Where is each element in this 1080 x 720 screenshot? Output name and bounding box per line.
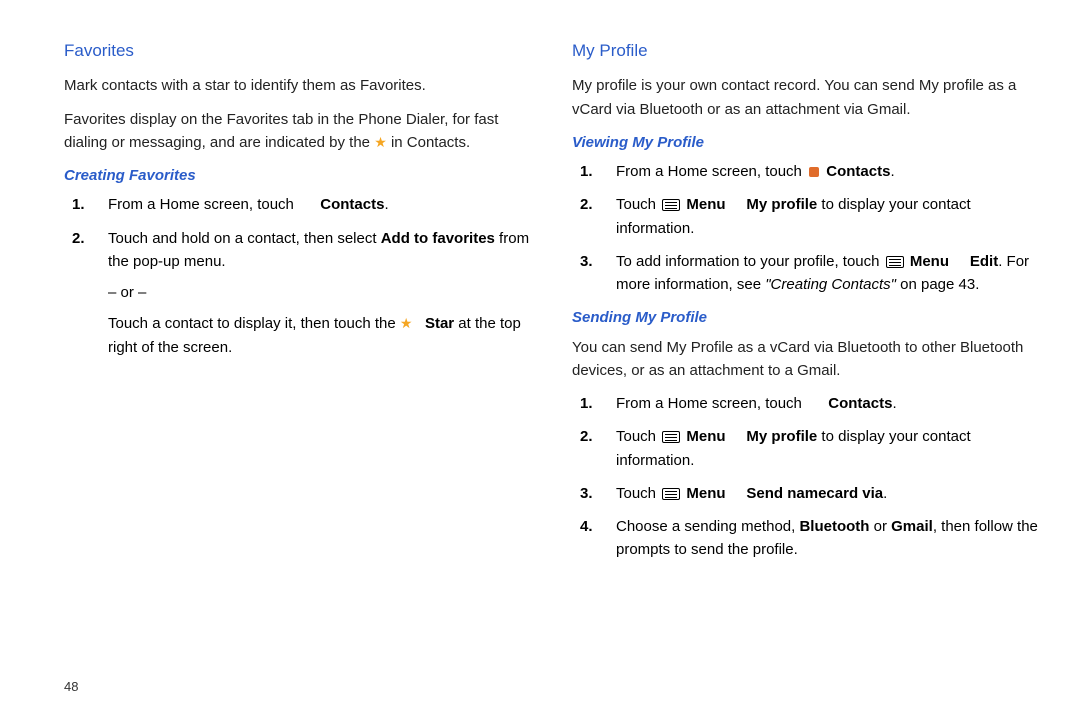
heading-favorites: Favorites bbox=[64, 38, 532, 64]
text: From a Home screen, touch bbox=[616, 395, 806, 412]
text: . bbox=[384, 196, 388, 213]
alt-instruction: Touch a contact to display it, then touc… bbox=[108, 312, 532, 359]
list-item: 3. To add information to your profile, t… bbox=[602, 250, 1040, 297]
heading-my-profile: My Profile bbox=[572, 38, 1040, 64]
favorites-intro-1: Mark contacts with a star to identify th… bbox=[64, 74, 532, 97]
menu-icon bbox=[662, 199, 680, 211]
text-bold: Menu bbox=[686, 428, 725, 445]
text-bold: Send namecard via bbox=[746, 485, 883, 502]
list-item: 1. From a Home screen, touch Contacts. bbox=[94, 193, 532, 216]
text-bold: Contacts bbox=[320, 196, 384, 213]
list-item: 1. From a Home screen, touch Contacts. bbox=[602, 160, 1040, 183]
text: . bbox=[892, 395, 896, 412]
text: . bbox=[890, 163, 894, 180]
text: Touch bbox=[616, 428, 660, 445]
text: Touch bbox=[616, 485, 660, 502]
text: on page 43. bbox=[896, 276, 979, 293]
right-column: My Profile My profile is your own contac… bbox=[572, 38, 1040, 700]
favorites-intro-2: Favorites display on the Favorites tab i… bbox=[64, 108, 532, 155]
step-number: 2. bbox=[580, 425, 593, 448]
text-bold: Gmail bbox=[891, 518, 933, 535]
menu-icon bbox=[886, 256, 904, 268]
text: or bbox=[869, 518, 891, 535]
text-bold: Add to favorites bbox=[381, 230, 495, 247]
step-number: 1. bbox=[580, 392, 593, 415]
list-item: 3. Touch Menu Send namecard via. bbox=[602, 482, 1040, 505]
menu-icon bbox=[662, 488, 680, 500]
step-number: 2. bbox=[72, 227, 85, 250]
step-number: 2. bbox=[580, 193, 593, 216]
text-bold: Contacts bbox=[826, 163, 890, 180]
viewing-profile-steps: 1. From a Home screen, touch Contacts. 2… bbox=[572, 160, 1040, 296]
text-bold: Bluetooth bbox=[799, 518, 869, 535]
list-item: 2. Touch Menu My profile to display your… bbox=[602, 425, 1040, 472]
or-divider: – or – bbox=[108, 281, 532, 304]
heading-creating-favorites: Creating Favorites bbox=[64, 164, 532, 187]
text: in Contacts. bbox=[391, 134, 470, 151]
text-bold: Contacts bbox=[828, 395, 892, 412]
star-icon: ★ bbox=[400, 313, 413, 335]
text-bold: My profile bbox=[746, 196, 817, 213]
text-italic: "Creating Contacts" bbox=[765, 276, 896, 293]
text: Touch bbox=[616, 196, 660, 213]
text-bold: Edit bbox=[970, 253, 998, 270]
step-number: 1. bbox=[72, 193, 85, 216]
sending-profile-steps: 1. From a Home screen, touch Contacts. 2… bbox=[572, 392, 1040, 562]
text: From a Home screen, touch bbox=[616, 163, 806, 180]
step-number: 4. bbox=[580, 515, 593, 538]
text: Choose a sending method, bbox=[616, 518, 799, 535]
creating-favorites-steps: 1. From a Home screen, touch Contacts. 2… bbox=[64, 193, 532, 359]
step-number: 3. bbox=[580, 250, 593, 273]
text: . bbox=[883, 485, 887, 502]
contacts-icon bbox=[809, 167, 819, 177]
text-bold: Star bbox=[425, 315, 454, 332]
text: Touch and hold on a contact, then select bbox=[108, 230, 381, 247]
text: To add information to your profile, touc… bbox=[616, 253, 884, 270]
text: From a Home screen, touch bbox=[108, 196, 298, 213]
left-column: Favorites Mark contacts with a star to i… bbox=[64, 38, 532, 700]
sending-profile-intro: You can send My Profile as a vCard via B… bbox=[572, 336, 1040, 383]
step-number: 1. bbox=[580, 160, 593, 183]
step-number: 3. bbox=[580, 482, 593, 505]
list-item: 2. Touch Menu My profile to display your… bbox=[602, 193, 1040, 240]
menu-icon bbox=[662, 431, 680, 443]
list-item: 1. From a Home screen, touch Contacts. bbox=[602, 392, 1040, 415]
my-profile-intro: My profile is your own contact record. Y… bbox=[572, 74, 1040, 121]
heading-sending-my-profile: Sending My Profile bbox=[572, 306, 1040, 329]
text-bold: Menu bbox=[686, 196, 725, 213]
text-bold: Menu bbox=[910, 253, 949, 270]
list-item: 2. Touch and hold on a contact, then sel… bbox=[94, 227, 532, 359]
text: Touch a contact to display it, then touc… bbox=[108, 315, 400, 332]
text-bold: My profile bbox=[746, 428, 817, 445]
list-item: 4. Choose a sending method, Bluetooth or… bbox=[602, 515, 1040, 562]
manual-page: Favorites Mark contacts with a star to i… bbox=[0, 0, 1080, 720]
heading-viewing-my-profile: Viewing My Profile bbox=[572, 131, 1040, 154]
text-bold: Menu bbox=[686, 485, 725, 502]
page-number: 48 bbox=[64, 679, 78, 694]
star-icon: ★ bbox=[374, 132, 387, 154]
